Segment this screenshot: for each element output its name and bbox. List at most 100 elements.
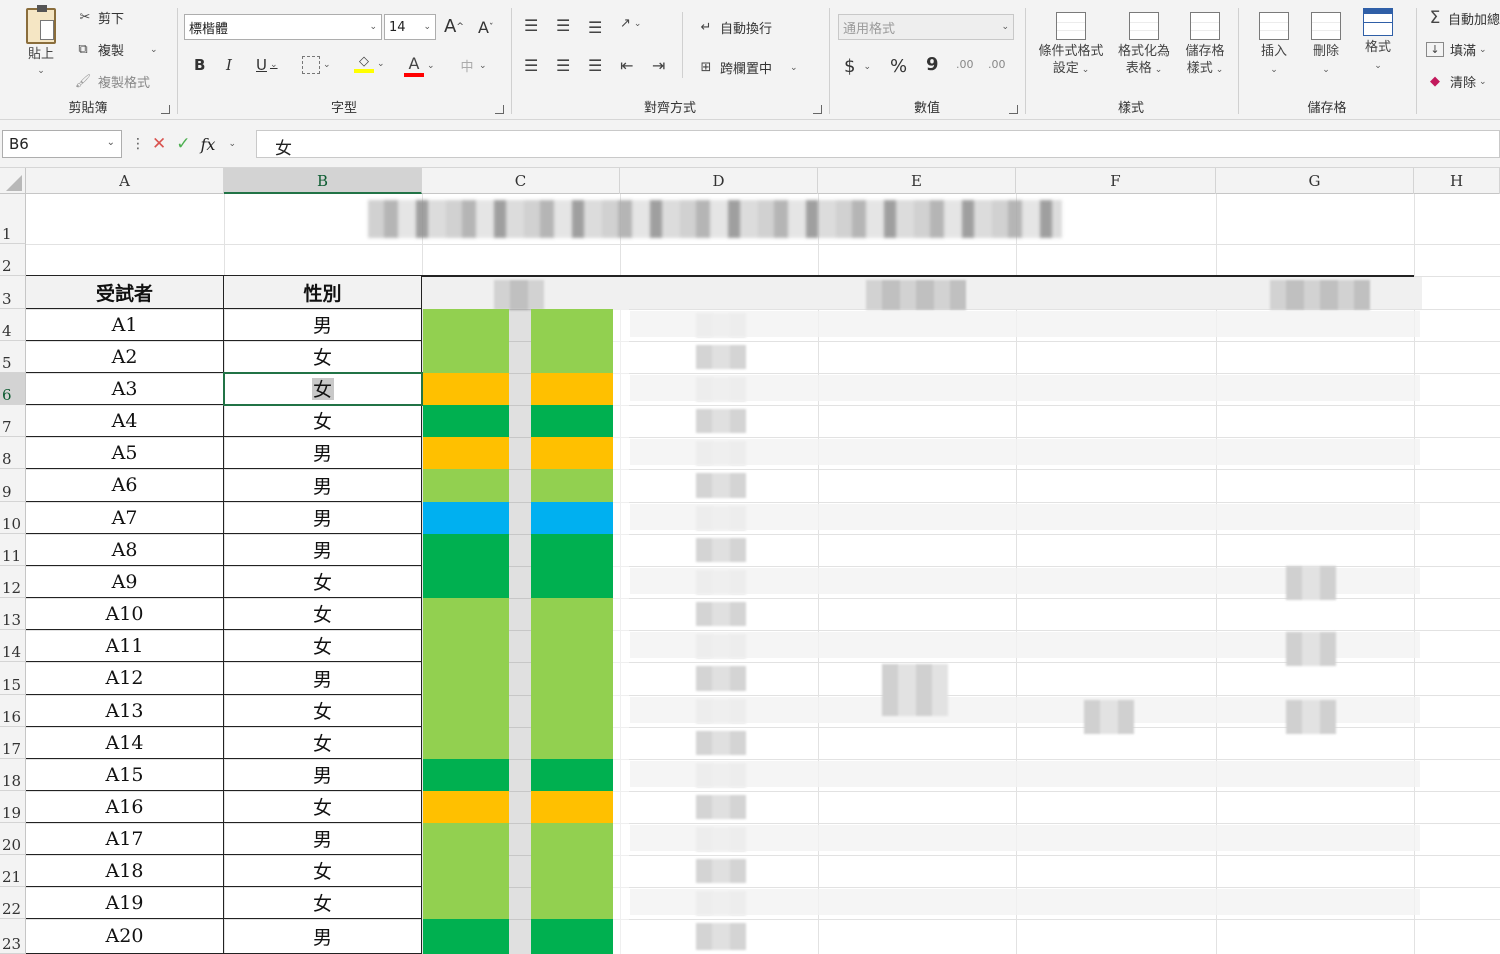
subject-cell[interactable]: A3 <box>26 373 224 405</box>
row-header-3[interactable]: 3 <box>0 276 26 309</box>
gender-cell[interactable]: 女 <box>224 405 422 437</box>
grow-font-button[interactable]: A ^ <box>444 16 464 37</box>
row-header-8[interactable]: 8 <box>0 437 26 469</box>
subject-cell[interactable]: A9 <box>26 566 224 598</box>
gender-cell[interactable]: 女 <box>224 598 422 630</box>
gender-cell[interactable]: 女 <box>224 695 422 727</box>
color-fill-cell[interactable] <box>423 598 629 630</box>
color-fill-cell[interactable] <box>423 630 629 662</box>
color-fill-cell[interactable] <box>423 727 629 759</box>
font-launcher-icon[interactable] <box>495 105 504 114</box>
fill-button[interactable]: ↓ 填滿 ⌄ <box>1426 40 1487 59</box>
row-header-15[interactable]: 15 <box>0 662 26 695</box>
insert-function-icon[interactable]: fx <box>201 135 216 154</box>
gender-cell[interactable]: 男 <box>224 662 422 695</box>
wrap-text-button[interactable]: ↵ 自動換行 <box>696 18 772 37</box>
gender-cell[interactable]: 女 <box>224 727 422 759</box>
row-header-14[interactable]: 14 <box>0 630 26 662</box>
font-color-button[interactable]: A ⌄ <box>404 54 435 77</box>
chevron-down-icon[interactable]: ⌄ <box>107 137 115 148</box>
format-cells-button[interactable]: 格式 ⌄ <box>1352 8 1404 75</box>
column-header-a[interactable]: A <box>26 168 224 194</box>
color-fill-cell[interactable] <box>423 855 629 887</box>
gender-cell[interactable]: 男 <box>224 823 422 855</box>
merge-center-button[interactable]: ⊞ 跨欄置中 ⌄ <box>696 58 798 77</box>
gender-cell[interactable]: 男 <box>224 502 422 534</box>
gender-cell[interactable]: 女 <box>224 566 422 598</box>
row-header-6[interactable]: 6 <box>0 373 26 405</box>
subject-cell[interactable]: A19 <box>26 887 224 919</box>
row-header-21[interactable]: 21 <box>0 855 26 887</box>
gender-cell[interactable]: 男 <box>224 534 422 566</box>
row-header-22[interactable]: 22 <box>0 887 26 919</box>
color-fill-cell[interactable] <box>423 759 629 791</box>
clear-button[interactable]: ◆ 清除 ⌄ <box>1426 72 1487 91</box>
gender-cell[interactable]: 男 <box>224 759 422 791</box>
row-header-5[interactable]: 5 <box>0 341 26 373</box>
subject-cell[interactable]: A12 <box>26 662 224 695</box>
row-header-1[interactable]: 1 <box>0 194 26 244</box>
phonetic-button[interactable]: 中 ⌄ <box>458 56 486 75</box>
subject-cell[interactable]: A2 <box>26 341 224 373</box>
bold-button[interactable]: B <box>194 56 205 74</box>
gender-cell[interactable]: 女 <box>224 887 422 919</box>
row-header-13[interactable]: 13 <box>0 598 26 630</box>
copy-button[interactable]: ⧉ 複製 ⌄ <box>74 40 158 59</box>
row-header-18[interactable]: 18 <box>0 759 26 791</box>
subject-cell[interactable]: A5 <box>26 437 224 469</box>
column-header-h[interactable]: H <box>1414 168 1500 194</box>
header-gender[interactable]: 性別 <box>224 276 422 309</box>
gender-cell[interactable]: 男 <box>224 309 422 341</box>
color-fill-cell[interactable] <box>423 437 629 469</box>
gender-cell[interactable]: 女 <box>224 791 422 823</box>
align-left-button[interactable]: ☰ <box>524 56 538 75</box>
color-fill-cell[interactable] <box>423 309 629 341</box>
number-format-select[interactable]: 通用格式 ⌄ <box>838 14 1014 40</box>
subject-cell[interactable]: A14 <box>26 727 224 759</box>
row-header-12[interactable]: 12 <box>0 566 26 598</box>
fill-color-button[interactable]: ◇ ⌄ <box>354 54 385 73</box>
gender-cell[interactable]: 男 <box>224 469 422 502</box>
align-middle-button[interactable]: ☰ <box>556 16 570 35</box>
format-painter-button[interactable]: 🖌 複製格式 <box>74 72 150 91</box>
subject-cell[interactable]: A1 <box>26 309 224 341</box>
row-header-23[interactable]: 23 <box>0 919 26 954</box>
subject-cell[interactable]: A16 <box>26 791 224 823</box>
gender-cell[interactable]: 女 <box>224 630 422 662</box>
font-size-select[interactable]: 14 ⌄ <box>384 14 436 40</box>
format-as-table-button[interactable]: 格式化為 表格 ⌄ <box>1112 12 1176 79</box>
color-fill-cell[interactable] <box>423 534 629 566</box>
copy-dropdown-icon[interactable]: ⌄ <box>150 45 158 55</box>
row-header-17[interactable]: 17 <box>0 727 26 759</box>
column-header-e[interactable]: E <box>818 168 1016 194</box>
conditional-formatting-button[interactable]: 條件式格式 設定 ⌄ <box>1034 12 1108 79</box>
color-fill-cell[interactable] <box>423 341 629 373</box>
row-header-4[interactable]: 4 <box>0 309 26 341</box>
row-header-19[interactable]: 19 <box>0 791 26 823</box>
color-fill-cell[interactable] <box>423 823 629 855</box>
color-fill-cell[interactable] <box>423 695 629 727</box>
row-header-2[interactable]: 2 <box>0 244 26 276</box>
row-header-9[interactable]: 9 <box>0 469 26 502</box>
color-fill-cell[interactable] <box>423 791 629 823</box>
gender-cell[interactable]: 男 <box>224 437 422 469</box>
orientation-button[interactable]: ↗ ⌄ <box>620 16 641 31</box>
color-fill-cell[interactable] <box>423 469 629 502</box>
underline-button[interactable]: U ⌄ <box>256 56 278 74</box>
increase-decimal-button[interactable]: .00 <box>956 58 974 71</box>
percent-button[interactable]: % <box>890 56 907 77</box>
increase-indent-button[interactable]: ⇥ <box>652 56 665 75</box>
subject-cell[interactable]: A15 <box>26 759 224 791</box>
row-header-11[interactable]: 11 <box>0 534 26 566</box>
italic-button[interactable]: I <box>226 56 232 74</box>
cut-button[interactable]: ✂ 剪下 <box>76 8 124 27</box>
align-bottom-button[interactable]: ☰ <box>588 18 602 37</box>
column-header-b[interactable]: B <box>224 168 422 194</box>
align-top-button[interactable]: ☰ <box>524 16 538 35</box>
gender-cell[interactable]: 男 <box>224 919 422 954</box>
currency-button[interactable]: $ ⌄ <box>844 56 871 77</box>
shrink-font-button[interactable]: Aˇ <box>478 18 493 37</box>
chevron-down-icon[interactable]: ⌄ <box>228 139 236 149</box>
color-fill-cell[interactable] <box>423 887 629 919</box>
color-fill-cell[interactable] <box>423 373 629 405</box>
